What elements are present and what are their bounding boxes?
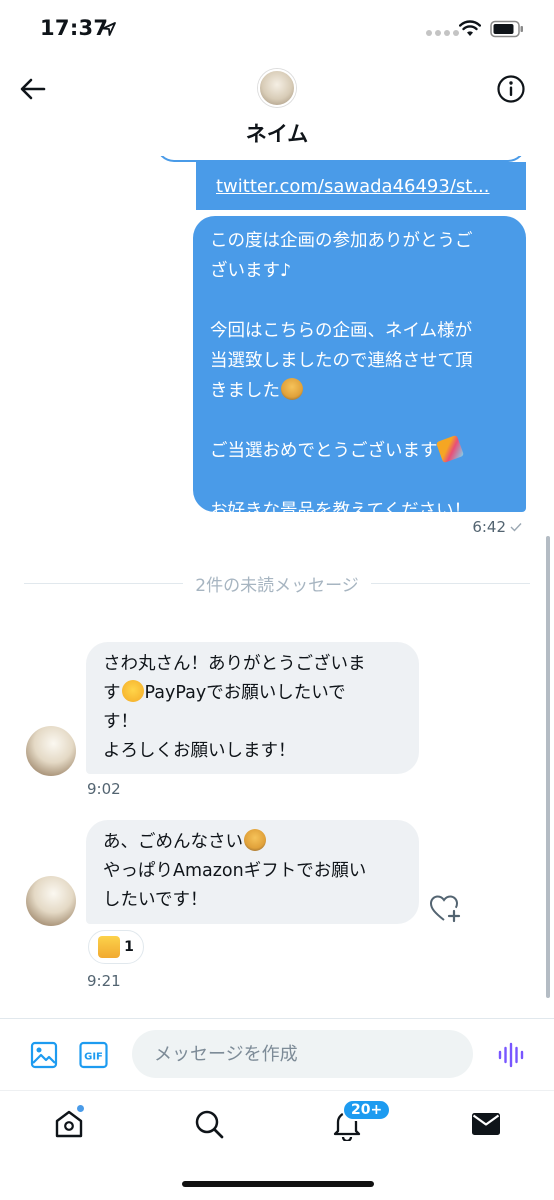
contact-name[interactable]: ネイム	[0, 118, 554, 148]
signal-dots-icon	[426, 30, 459, 36]
message-text-line: PayPayでお願いしたいで	[144, 683, 346, 703]
message-text-line: お好きな景品を教えてください！	[210, 501, 472, 521]
message-list[interactable]: twitter.com/sawada46493/st... この度は企画の参加あ…	[0, 156, 554, 1018]
sender-avatar[interactable]	[26, 726, 76, 776]
status-bar: 17:37	[0, 0, 554, 60]
reaction-pill[interactable]: 1	[88, 930, 144, 964]
message-text-line: やっぱりAmazonギフトでお願い	[103, 861, 367, 881]
bottom-tab-bar: 20+	[0, 1090, 554, 1200]
unread-label: 2件の未読メッセージ	[195, 575, 359, 596]
message-input[interactable]	[132, 1030, 473, 1078]
wifi-icon	[459, 20, 481, 36]
status-time: 17:37	[40, 16, 109, 40]
received-message-bubble[interactable]: あ、ごめんなさい やっぱりAmazonギフトでお願い したいです！	[86, 820, 419, 924]
message-text-line: ざいます♪	[210, 261, 292, 281]
received-message-time: 9:02	[87, 780, 121, 798]
search-icon	[195, 1110, 224, 1139]
tab-messages[interactable]	[469, 1107, 503, 1141]
scrollbar[interactable]	[546, 536, 550, 998]
unread-divider: 2件の未読メッセージ	[24, 570, 531, 596]
image-icon[interactable]	[30, 1041, 58, 1069]
message-text-line: 当選致しましたので連絡させて頂	[210, 351, 473, 371]
bowing-person-emoji-icon	[244, 829, 266, 851]
location-arrow-icon	[102, 22, 116, 36]
tab-notifications[interactable]: 20+	[330, 1099, 392, 1143]
party-popper-emoji-icon	[435, 434, 464, 464]
tweet-link[interactable]: twitter.com/sawada46493/st...	[216, 176, 490, 197]
message-text-line: 今回はこちらの企画、ネイム様が	[210, 321, 473, 341]
link-message-bubble[interactable]: twitter.com/sawada46493/st...	[196, 162, 526, 210]
contact-avatar[interactable]	[258, 69, 296, 107]
smiling-face-emoji-icon	[121, 680, 144, 702]
sent-message-bubble[interactable]: この度は企画の参加ありがとうご ざいます♪ 今回はこちらの企画、ネイム様が 当選…	[193, 216, 526, 521]
notification-badge: 20+	[342, 1099, 392, 1121]
message-composer: GIF	[0, 1018, 554, 1090]
message-text-line: あ、ごめんなさい	[103, 832, 243, 852]
tab-search[interactable]	[192, 1107, 226, 1141]
sender-avatar[interactable]	[26, 876, 76, 926]
bowing-person-emoji-icon	[281, 378, 303, 400]
message-text-line: この度は企画の参加ありがとうご	[210, 231, 473, 251]
gif-icon[interactable]: GIF	[79, 1041, 108, 1069]
message-text-line: さわ丸さん！ありがとうございま	[103, 654, 366, 674]
battery-icon	[490, 20, 523, 38]
sent-check-icon	[510, 523, 522, 532]
reaction-count: 1	[124, 939, 134, 955]
message-text-line: す！	[103, 712, 138, 732]
timestamp: 6:42	[472, 518, 506, 536]
tab-home[interactable]	[52, 1104, 86, 1141]
received-message-time: 9:21	[87, 972, 121, 990]
envelope-icon	[472, 1113, 500, 1135]
received-message-bubble[interactable]: さわ丸さん！ありがとうございま す PayPayでお願いしたいで す！ よろしくお…	[86, 642, 419, 774]
conversation-header: ネイム	[0, 60, 554, 156]
voice-message-icon[interactable]	[497, 1041, 525, 1069]
info-icon[interactable]	[496, 74, 526, 104]
sent-message-time: 6:42	[472, 518, 522, 536]
message-text-line: したいです！	[103, 890, 208, 910]
back-arrow-icon[interactable]	[19, 77, 47, 101]
add-reaction-heart-icon[interactable]	[429, 894, 461, 924]
message-text-line: よろしくお願いします！	[103, 741, 296, 761]
message-text-line: ご当選おめでとうございます	[210, 441, 438, 461]
new-content-dot	[76, 1104, 85, 1113]
message-text-line: す	[103, 683, 121, 703]
thumbs-up-emoji-icon	[98, 936, 121, 958]
svg-text:GIF: GIF	[84, 1052, 103, 1063]
home-indicator[interactable]	[182, 1181, 374, 1187]
message-text-line: きました	[210, 381, 280, 401]
